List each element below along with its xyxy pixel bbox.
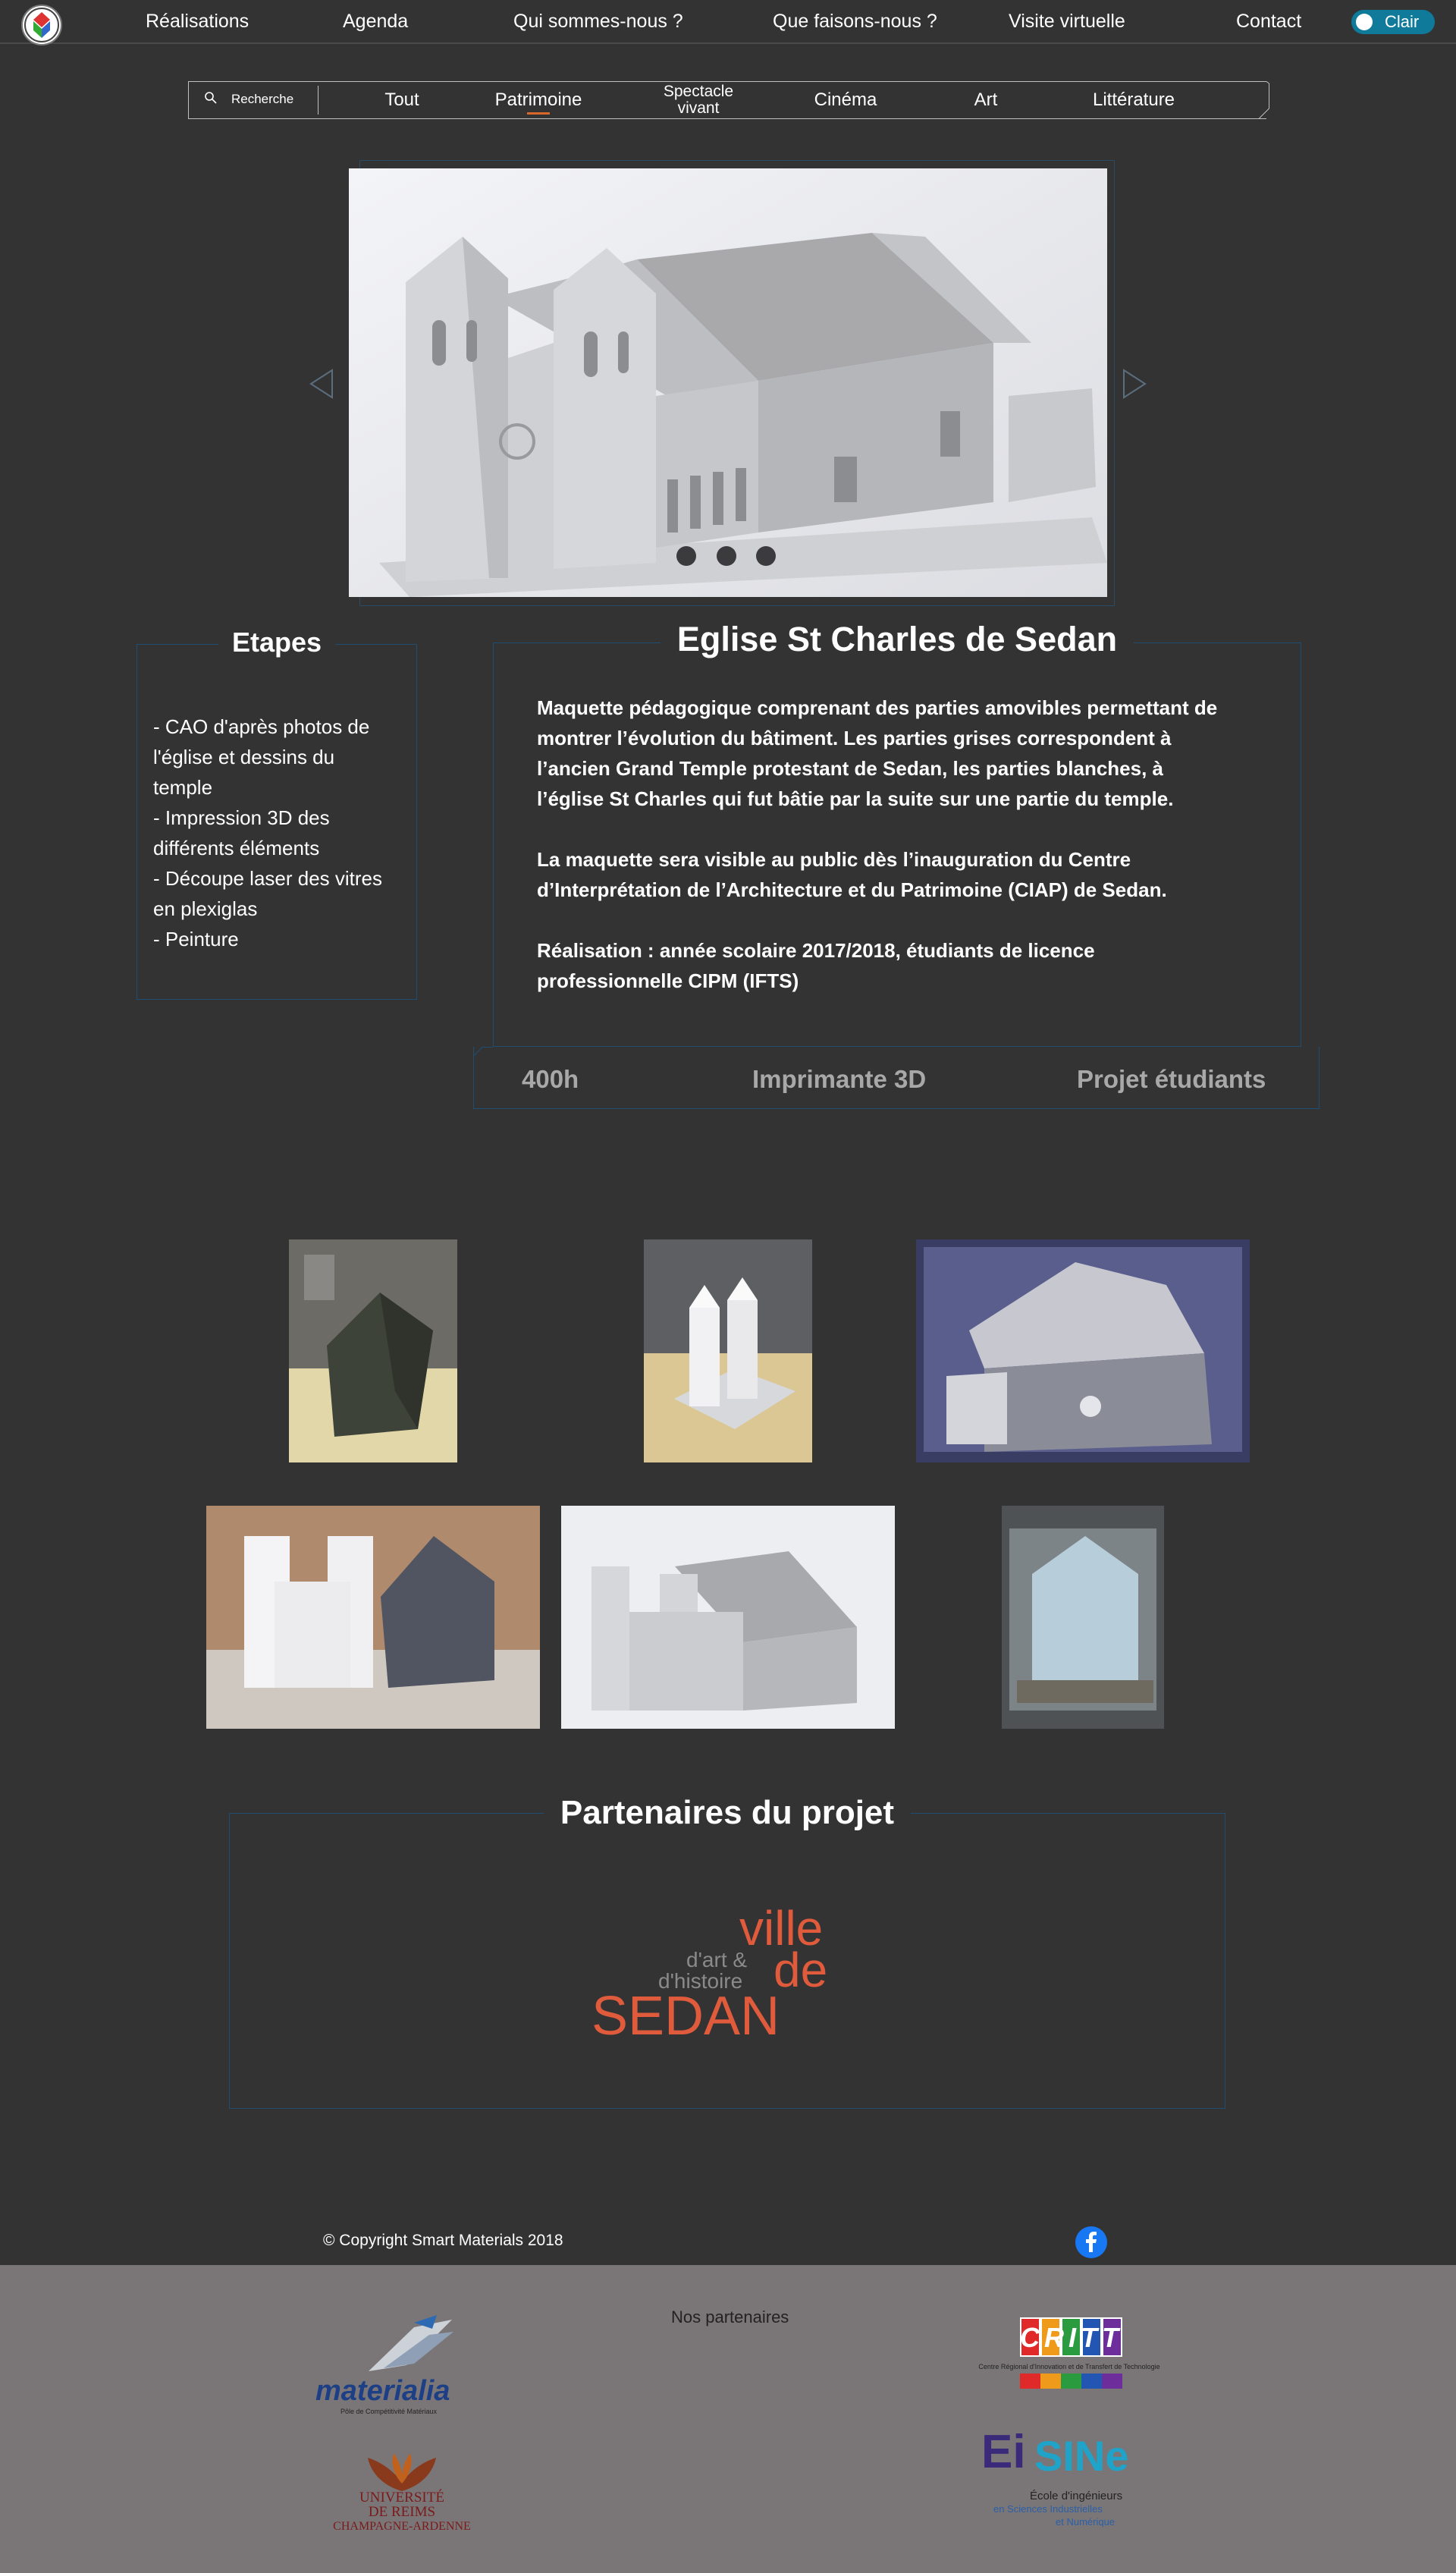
carousel-dot-1[interactable]	[676, 546, 696, 566]
steps-list: - CAO d'après photos de l'église et dess…	[153, 715, 383, 950]
eisine-ei: Ei	[981, 2426, 1026, 2478]
partners-title-text: Partenaires du projet	[543, 1794, 912, 1831]
filter-bar-corner	[1251, 81, 1269, 119]
eisine-line-2: en Sciences Industrielles	[993, 2503, 1103, 2515]
sedan-logo-art: d'art &	[686, 1948, 748, 1971]
gallery-photo-3[interactable]	[916, 1239, 1250, 1462]
nav-realisations[interactable]: Réalisations	[146, 0, 249, 42]
carousel-image[interactable]	[349, 168, 1107, 597]
eisine-line-3: et Numérique	[1056, 2516, 1116, 2527]
steps-title-text: Etapes	[218, 627, 336, 658]
materialia-tagline: Pôle de Compétitivité Matériaux	[340, 2408, 438, 2415]
carousel-next-icon[interactable]	[1119, 367, 1150, 401]
filter-spectacle-vivant[interactable]: Spectacle vivant	[651, 81, 746, 119]
toggle-label: Clair	[1385, 12, 1420, 31]
critt-stripe-red	[1020, 2374, 1040, 2389]
filter-litterature[interactable]: Littérature	[1077, 81, 1191, 119]
critt-logo[interactable]: CRITT Centre Régional d'Innovation et de…	[978, 2317, 1160, 2393]
gallery-photo-6[interactable]	[1002, 1506, 1164, 1729]
carousel-prev-icon[interactable]	[306, 367, 337, 401]
gallery-photo-1[interactable]	[289, 1239, 457, 1462]
search-icon[interactable]	[203, 90, 218, 105]
nav-visite-virtuelle[interactable]: Visite virtuelle	[1009, 0, 1125, 42]
reims-crown-icon	[368, 2453, 436, 2491]
toggle-knob	[1356, 14, 1373, 30]
critt-stripe-orange	[1040, 2374, 1061, 2389]
eisine-sine: SINe	[1034, 2432, 1129, 2480]
project-paragraph-2: La maquette sera visible au public dès l…	[537, 848, 1167, 901]
filter-cinema[interactable]: Cinéma	[796, 81, 895, 119]
steps-title: Etapes	[136, 627, 417, 658]
gallery-photo-5[interactable]	[561, 1506, 895, 1729]
stat-hours: 400h	[522, 1065, 579, 1093]
critt-tagline: Centre Régional d'Innovation et de Trans…	[978, 2363, 1160, 2370]
critt-stripe-blue	[1081, 2374, 1102, 2389]
eisine-logo[interactable]: Ei SINe École d'ingénieurs en Sciences I…	[980, 2429, 1162, 2535]
critt-stripes	[1020, 2374, 1122, 2389]
project-paragraph-1: Maquette pédagogique comprenant des part…	[537, 696, 1218, 810]
materialia-wordmark: materialia	[315, 2375, 450, 2407]
critt-stripe-green	[1061, 2374, 1081, 2389]
project-title: Eglise St Charles de Sedan	[493, 620, 1301, 659]
eisine-line-1: École d'ingénieurs	[1030, 2490, 1123, 2502]
search-input[interactable]: Recherche	[231, 90, 293, 108]
nav-que-faisons-nous[interactable]: Que faisons-nous ?	[773, 0, 937, 42]
footer-title: Nos partenaires	[671, 2308, 789, 2326]
nav-agenda[interactable]: Agenda	[343, 0, 408, 42]
filter-art[interactable]: Art	[956, 81, 1016, 119]
partners-title: Partenaires du projet	[229, 1794, 1225, 1832]
filter-tout[interactable]: Tout	[364, 81, 440, 119]
reims-line-1: UNIVERSITÉ	[359, 2490, 444, 2505]
universite-reims-logo[interactable]: UNIVERSITÉ DE REIMS CHAMPAGNE-ARDENNE	[326, 2452, 478, 2537]
reims-line-3: CHAMPAGNE-ARDENNE	[333, 2520, 471, 2533]
project-title-text: Eglise St Charles de Sedan	[660, 620, 1134, 658]
site-logo[interactable]	[21, 5, 62, 46]
reims-line-2: DE REIMS	[368, 2504, 436, 2520]
copyright: © Copyright Smart Materials 2018	[323, 2232, 563, 2249]
nav-qui-sommes-nous[interactable]: Qui sommes-nous ?	[513, 0, 683, 42]
carousel-dot-3[interactable]	[756, 546, 776, 566]
project-paragraph-3: Réalisation : année scolaire 2017/2018, …	[537, 939, 1095, 992]
gallery-photo-2[interactable]	[644, 1239, 812, 1462]
stat-students: Projet étudiants	[1077, 1065, 1266, 1093]
sedan-logo[interactable]: ville de d'art & d'histoire SEDAN	[592, 1904, 864, 2048]
facebook-icon[interactable]	[1075, 2226, 1107, 2258]
carousel-dot-2[interactable]	[717, 546, 736, 566]
materialia-mark-icon	[369, 2315, 453, 2371]
gallery-photo-4[interactable]	[206, 1506, 540, 1729]
stats-bracket	[473, 1047, 493, 1062]
sedan-logo-sedan: SEDAN	[592, 1986, 780, 2047]
active-filter-indicator	[527, 112, 550, 115]
sedan-logo-de: de	[774, 1943, 828, 1997]
nav-contact[interactable]: Contact	[1236, 0, 1301, 42]
materialia-logo[interactable]: materialia Pôle de Compétitivité Matéria…	[315, 2306, 478, 2420]
critt-wordmark: CRITT	[1020, 2322, 1123, 2353]
stat-printer: Imprimante 3D	[752, 1065, 927, 1093]
project-description: Maquette pédagogique comprenant des part…	[537, 693, 1235, 1026]
critt-stripe-purple	[1102, 2374, 1122, 2389]
theme-toggle[interactable]: Clair	[1351, 10, 1435, 34]
